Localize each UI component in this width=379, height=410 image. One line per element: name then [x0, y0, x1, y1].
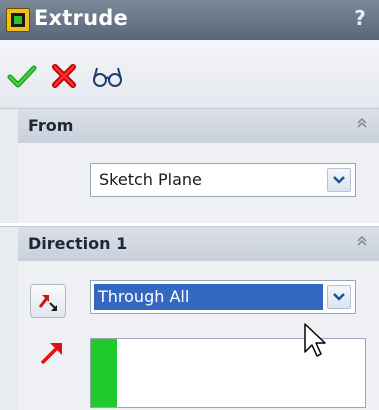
reverse-direction-button[interactable] [30, 284, 66, 318]
selection-color-swatch [91, 339, 117, 407]
from-panel-body: Sketch Plane [18, 143, 379, 223]
collapse-chevron-icon[interactable] [353, 116, 371, 134]
start-condition-select[interactable]: Sketch Plane [90, 163, 356, 197]
action-toolbar [0, 40, 379, 108]
glasses-icon [93, 67, 122, 87]
direction-arrow-icon [38, 337, 68, 371]
cancel-button[interactable] [48, 60, 80, 92]
chevron-down-icon[interactable] [327, 285, 351, 309]
reverse-direction-icon [38, 295, 57, 311]
end-condition-value: Through All [94, 284, 323, 310]
detailed-preview-button[interactable] [90, 60, 122, 92]
extrude-feature-icon [6, 8, 30, 32]
green-checkmark-icon [7, 65, 37, 88]
from-panel: From Sketch Plane [0, 108, 379, 223]
chevron-down-icon[interactable] [327, 168, 351, 192]
collapse-chevron-icon[interactable] [353, 234, 371, 252]
property-manager-titlebar: Extrude ? [0, 0, 379, 40]
direction1-panel-title: Direction 1 [28, 234, 128, 253]
end-condition-select[interactable]: Through All [90, 280, 356, 314]
from-panel-header[interactable]: From [18, 109, 379, 143]
from-panel-title: From [28, 116, 74, 135]
red-x-icon [52, 64, 76, 88]
start-condition-value: Sketch Plane [99, 170, 202, 189]
help-button[interactable]: ? [351, 6, 369, 30]
mouse-pointer-icon [303, 322, 327, 362]
window-title: Extrude [34, 6, 128, 30]
direction1-panel-header[interactable]: Direction 1 [18, 227, 379, 261]
ok-button[interactable] [6, 60, 38, 92]
